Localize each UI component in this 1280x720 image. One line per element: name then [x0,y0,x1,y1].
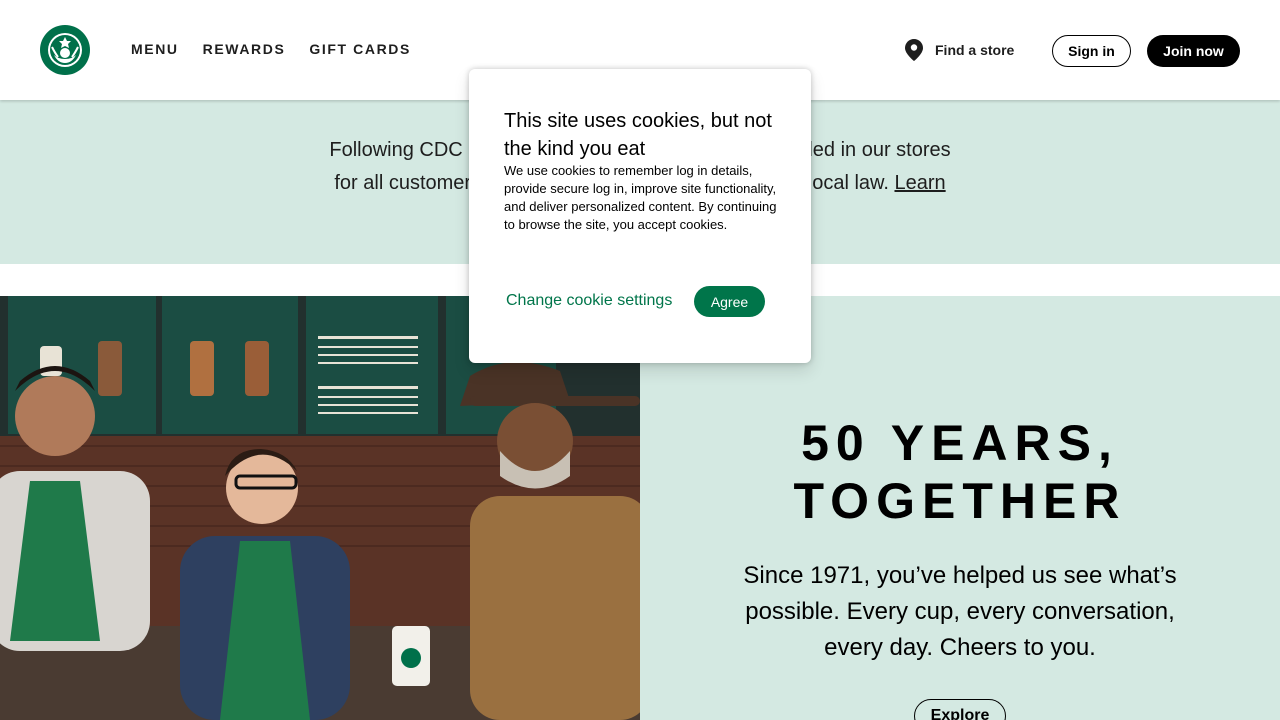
agree-button[interactable]: Agree [694,286,765,317]
main-nav: MENU REWARDS GIFT CARDS [131,41,435,57]
cookie-title: This site uses cookies, but not the kind… [504,110,772,160]
nav-menu[interactable]: MENU [131,41,179,57]
find-store-link[interactable]: Find a store [905,39,1014,61]
cookie-body: We use cookies to remember log in detail… [504,163,777,232]
cookie-dialog: This site uses cookies, but not the kind… [469,69,811,363]
hero-title: 50 YEARS, TOGETHER [793,415,1127,529]
nav-gift-cards[interactable]: GIFT CARDS [309,41,411,57]
learn-more-link[interactable]: Learn [894,172,945,194]
starbucks-logo[interactable] [40,25,90,75]
sign-in-button[interactable]: Sign in [1052,35,1131,67]
hero-subtitle: Since 1971, you’ve helped us see what’s … [743,562,1177,661]
change-cookie-settings-link[interactable]: Change cookie settings [506,292,672,310]
find-store-label: Find a store [935,42,1015,58]
explore-button[interactable]: Explore [914,699,1006,720]
nav-rewards[interactable]: REWARDS [203,41,286,57]
join-now-button[interactable]: Join now [1147,35,1240,67]
map-pin-icon [905,39,923,61]
